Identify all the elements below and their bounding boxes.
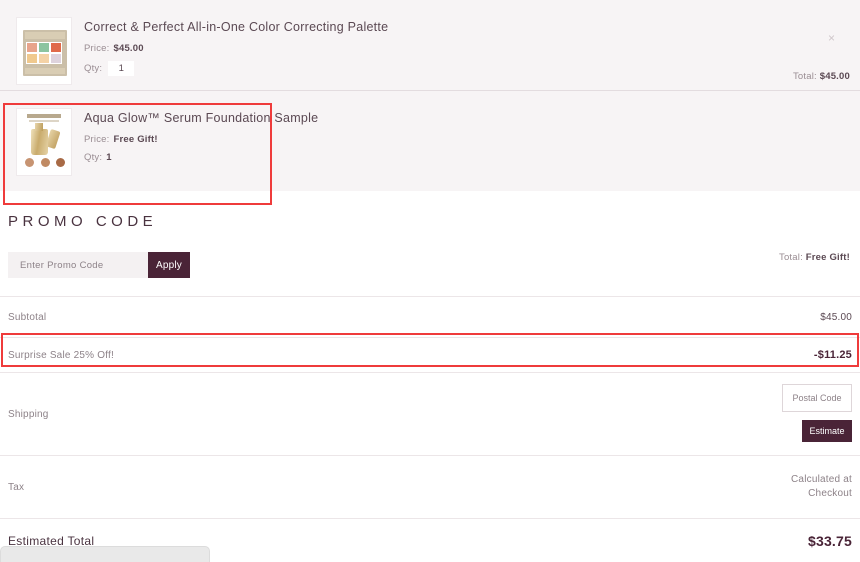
tax-label: Tax bbox=[8, 481, 25, 493]
qty-value: 1 bbox=[106, 152, 112, 163]
remove-item-icon[interactable]: × bbox=[828, 32, 835, 44]
palette-icon bbox=[23, 30, 67, 76]
qty-label: Qty: bbox=[84, 63, 103, 74]
qty-input[interactable] bbox=[108, 61, 135, 76]
sale-discount-label: Surprise Sale 25% Off! bbox=[8, 349, 114, 361]
order-summary: Subtotal $45.00 Surprise Sale 25% Off! -… bbox=[0, 296, 860, 562]
product-qty-line: Qty: 1 bbox=[84, 152, 318, 163]
postal-code-input[interactable] bbox=[782, 384, 852, 412]
summary-row-subtotal: Subtotal $45.00 bbox=[0, 297, 860, 337]
cart-item-row: Aqua Glow™ Serum Foundation Sample Price… bbox=[0, 91, 860, 263]
summary-row-sale-discount: Surprise Sale 25% Off! -$11.25 bbox=[0, 338, 860, 372]
price-value: $45.00 bbox=[113, 43, 144, 54]
product-price-line: Price: $45.00 bbox=[84, 43, 388, 54]
price-value: Free Gift! bbox=[113, 134, 158, 145]
product-price-line: Price: Free Gift! bbox=[84, 134, 318, 145]
item-total-value: $45.00 bbox=[819, 71, 850, 82]
apply-promo-button[interactable]: Apply bbox=[148, 252, 190, 278]
promo-code-heading: PROMO CODE bbox=[8, 213, 158, 230]
tax-value-line2: Checkout bbox=[808, 488, 852, 499]
product-thumbnail-serum[interactable] bbox=[16, 108, 72, 176]
item-total-label: Total: bbox=[792, 71, 817, 82]
item-total-label: Total: bbox=[779, 252, 803, 263]
cart-items-list: Correct & Perfect All-in-One Color Corre… bbox=[0, 0, 860, 263]
bottom-overlay-panel bbox=[0, 546, 210, 562]
qty-label: Qty: bbox=[84, 152, 103, 163]
promo-code-section: PROMO CODE Apply bbox=[0, 213, 860, 278]
product-title[interactable]: Correct & Perfect All-in-One Color Corre… bbox=[84, 20, 388, 34]
cart-item-total: Total: $45.00 bbox=[793, 71, 850, 82]
product-title[interactable]: Aqua Glow™ Serum Foundation Sample bbox=[84, 111, 318, 125]
price-label: Price: bbox=[84, 43, 110, 54]
price-label: Price: bbox=[84, 134, 110, 145]
tax-value: Calculated at Checkout bbox=[791, 473, 852, 501]
subtotal-value: $45.00 bbox=[820, 311, 852, 323]
cart-item-total: Total: Free Gift! bbox=[779, 252, 850, 263]
product-qty-line: Qty: bbox=[84, 61, 388, 76]
cart-item-details: Correct & Perfect All-in-One Color Corre… bbox=[84, 12, 388, 83]
estimate-shipping-button[interactable]: Estimate bbox=[802, 420, 852, 442]
summary-row-tax: Tax Calculated at Checkout bbox=[0, 456, 860, 518]
item-total-value: Free Gift! bbox=[805, 252, 850, 263]
shipping-estimate-controls: Estimate bbox=[782, 384, 852, 442]
cart-item-details: Aqua Glow™ Serum Foundation Sample Price… bbox=[84, 103, 318, 170]
estimated-total-value: $33.75 bbox=[807, 533, 852, 549]
promo-code-form: Apply bbox=[8, 252, 860, 278]
summary-row-shipping: Shipping Estimate bbox=[0, 373, 860, 455]
promo-code-input[interactable] bbox=[8, 252, 148, 278]
shipping-label: Shipping bbox=[8, 408, 49, 420]
product-thumbnail-palette[interactable] bbox=[16, 17, 72, 85]
cart-item-row: Correct & Perfect All-in-One Color Corre… bbox=[0, 0, 860, 90]
tax-value-line1: Calculated at bbox=[791, 474, 852, 485]
serum-bottle-icon bbox=[17, 109, 71, 175]
subtotal-label: Subtotal bbox=[8, 311, 47, 323]
sale-discount-value: -$11.25 bbox=[813, 349, 852, 361]
